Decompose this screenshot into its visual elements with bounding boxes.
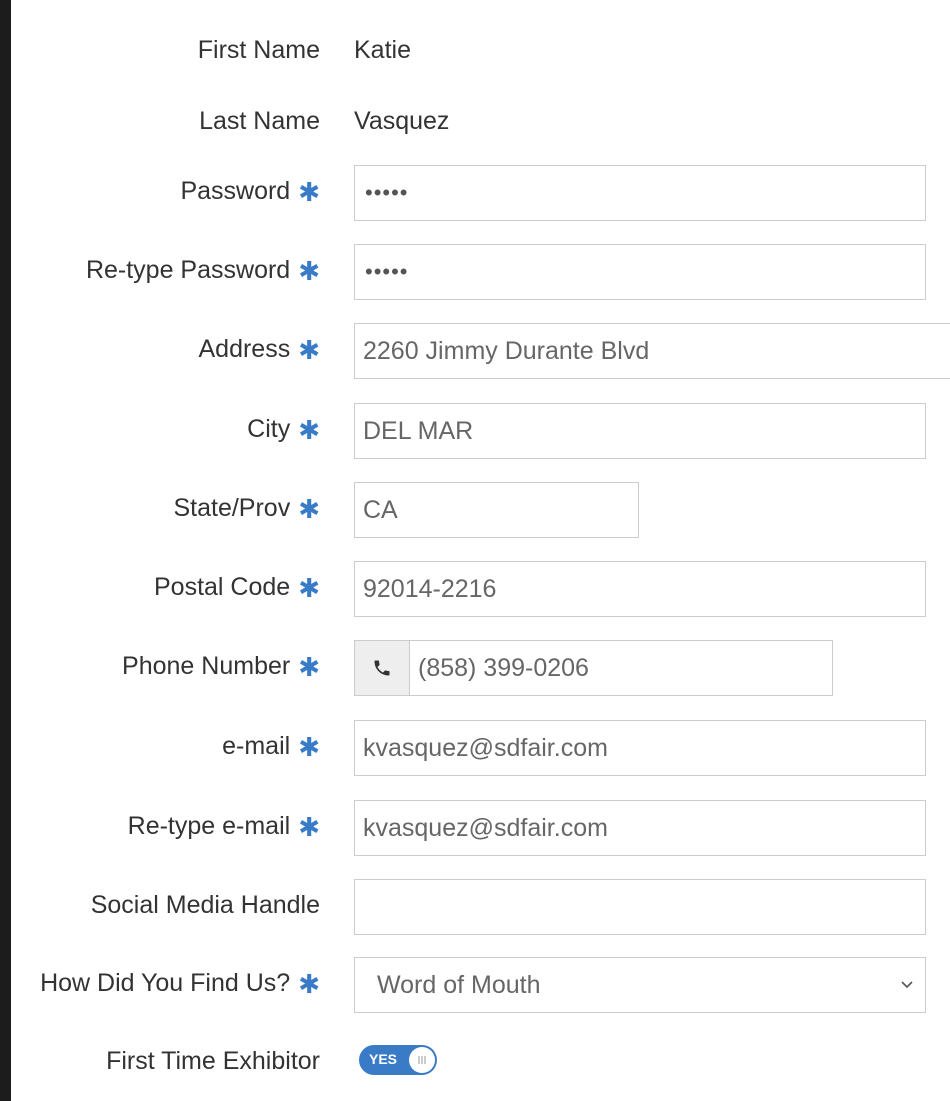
how-found-selected: Word of Mouth bbox=[377, 970, 541, 999]
address-label: Address ✱ bbox=[198, 334, 320, 365]
required-icon: ✱ bbox=[298, 493, 320, 524]
city-field[interactable]: DEL MAR bbox=[354, 403, 926, 459]
social-row: Social Media Handle bbox=[11, 879, 950, 936]
phone-icon bbox=[374, 660, 390, 676]
password-row: Password ✱ ••••• bbox=[11, 165, 950, 222]
phone-addon bbox=[354, 640, 410, 696]
required-icon: ✱ bbox=[298, 572, 320, 603]
postal-code-field[interactable]: 92014-2216 bbox=[354, 561, 926, 617]
required-icon: ✱ bbox=[298, 414, 320, 445]
city-row: City ✱ DEL MAR bbox=[11, 403, 950, 460]
last-name-value: Vasquez bbox=[354, 107, 450, 135]
retype-email-row: Re-type e-mail ✱ kvasquez@sdfair.com bbox=[11, 800, 950, 857]
social-label: Social Media Handle bbox=[90, 891, 320, 919]
registration-form: First Name Katie Last Name Vasquez Passw… bbox=[11, 0, 950, 1101]
grip-icon bbox=[418, 1056, 426, 1064]
phone-label: Phone Number ✱ bbox=[122, 651, 320, 682]
email-row: e-mail ✱ kvasquez@sdfair.com bbox=[11, 720, 950, 777]
social-field[interactable] bbox=[354, 879, 926, 935]
required-icon: ✱ bbox=[298, 811, 320, 842]
how-found-label: How Did You Find Us? ✱ bbox=[40, 968, 320, 999]
state-row: State/Prov ✱ CA bbox=[11, 482, 950, 539]
required-icon: ✱ bbox=[298, 255, 320, 286]
email-field[interactable]: kvasquez@sdfair.com bbox=[354, 720, 926, 776]
last-name-label: Last Name bbox=[199, 107, 320, 135]
toggle-yes-label: YES bbox=[369, 1051, 398, 1067]
email-label: e-mail ✱ bbox=[222, 731, 320, 762]
retype-password-row: Re-type Password ✱ ••••• bbox=[11, 244, 950, 301]
how-found-row: How Did You Find Us? ✱ Word of Mouth bbox=[11, 957, 950, 1014]
postal-code-label: Postal Code ✱ bbox=[154, 572, 320, 603]
required-icon: ✱ bbox=[298, 651, 320, 682]
state-field[interactable]: CA bbox=[354, 482, 639, 538]
chevron-down-icon bbox=[901, 981, 913, 989]
first-time-row: First Time Exhibitor YES bbox=[11, 1045, 950, 1085]
required-icon: ✱ bbox=[298, 334, 320, 365]
first-time-label: First Time Exhibitor bbox=[106, 1047, 320, 1075]
phone-row: Phone Number ✱ (858) 399-0206 bbox=[11, 640, 950, 697]
first-name-row: First Name Katie bbox=[11, 36, 950, 70]
toggle-knob bbox=[409, 1047, 435, 1073]
required-icon: ✱ bbox=[298, 968, 320, 999]
first-time-toggle[interactable]: YES bbox=[359, 1045, 437, 1075]
retype-password-field[interactable]: ••••• bbox=[354, 244, 926, 300]
city-label: City ✱ bbox=[247, 414, 320, 445]
postal-code-row: Postal Code ✱ 92014-2216 bbox=[11, 561, 950, 618]
password-field[interactable]: ••••• bbox=[354, 165, 926, 221]
phone-field[interactable]: (858) 399-0206 bbox=[409, 640, 833, 696]
first-name-value: Katie bbox=[354, 36, 411, 64]
retype-email-field[interactable]: kvasquez@sdfair.com bbox=[354, 800, 926, 856]
state-label: State/Prov ✱ bbox=[173, 493, 320, 524]
retype-password-label: Re-type Password ✱ bbox=[85, 255, 320, 286]
password-label: Password ✱ bbox=[180, 176, 320, 207]
required-icon: ✱ bbox=[298, 731, 320, 762]
last-name-row: Last Name Vasquez bbox=[11, 107, 950, 141]
address-field[interactable]: 2260 Jimmy Durante Blvd bbox=[354, 323, 950, 379]
how-found-select[interactable]: Word of Mouth bbox=[354, 957, 926, 1013]
required-icon: ✱ bbox=[298, 176, 320, 207]
first-name-label: First Name bbox=[197, 36, 320, 64]
address-row: Address ✱ 2260 Jimmy Durante Blvd bbox=[11, 323, 950, 380]
retype-email-label: Re-type e-mail ✱ bbox=[127, 811, 320, 842]
